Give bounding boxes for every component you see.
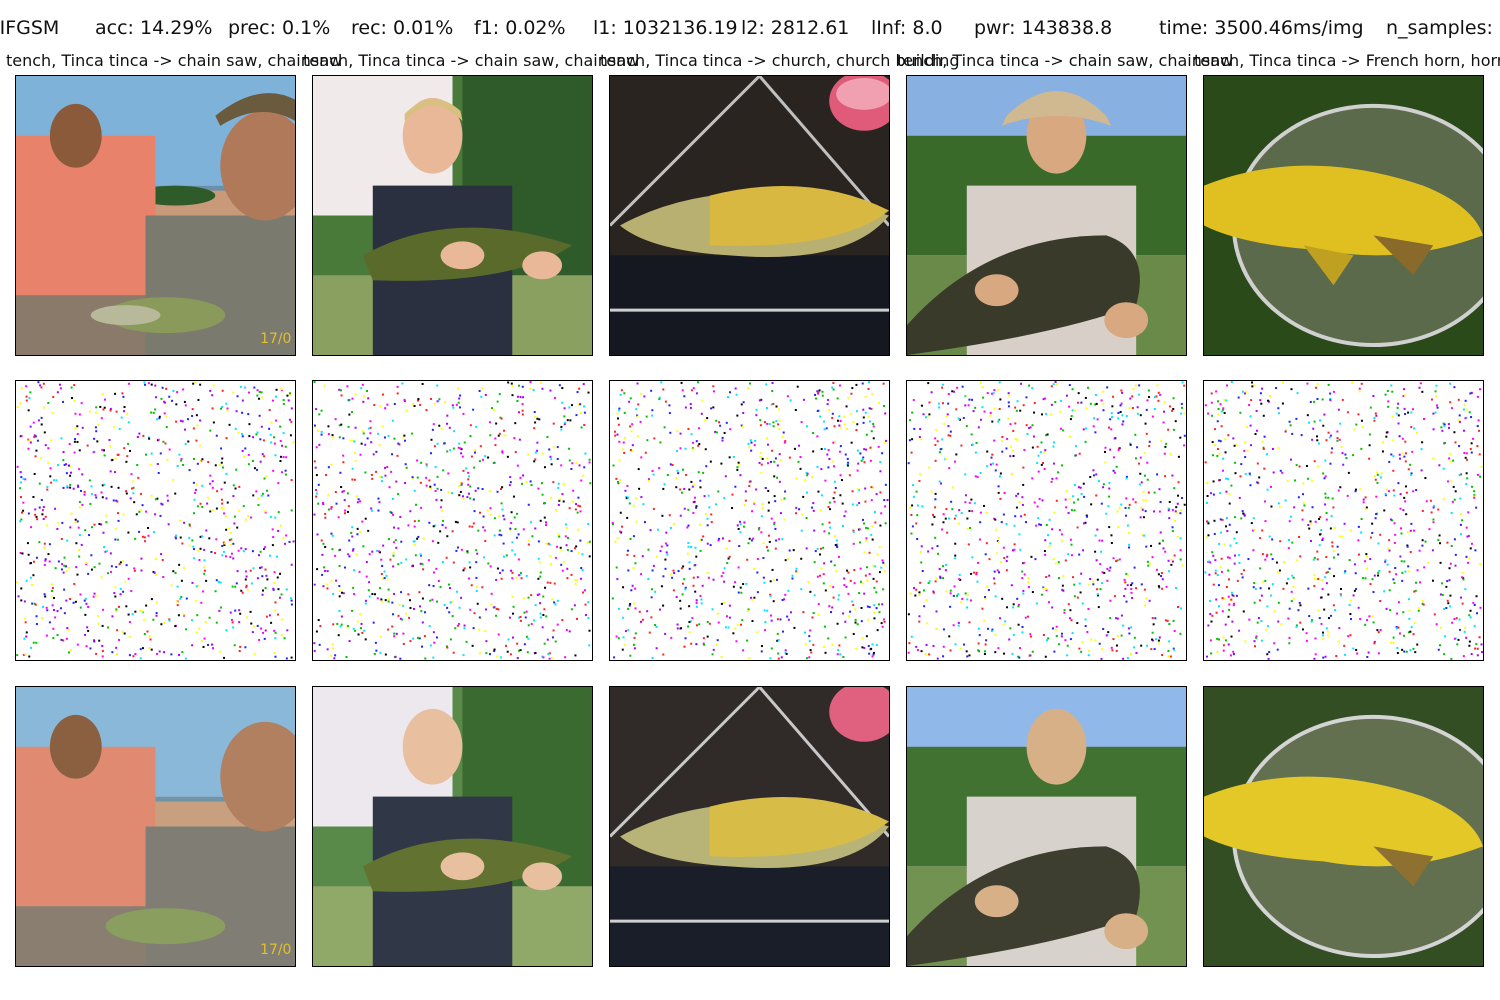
adversarial-image — [906, 686, 1187, 967]
power-stat: pwr: 143838.8 — [974, 17, 1113, 39]
original-image: 17/0 — [15, 75, 296, 356]
column-caption: tench, Tinca tinca -> chain saw, chainsa… — [6, 51, 343, 70]
column-caption: tench, Tinca tinca -> chain saw, chainsa… — [303, 51, 640, 70]
original-image — [609, 75, 890, 356]
original-image — [312, 75, 593, 356]
column-caption: tench, Tinca tinca -> church, church bui… — [600, 51, 960, 70]
column-caption: tench, Tinca tinca -> chain saw, chainsa… — [897, 51, 1234, 70]
column-caption: tench, Tinca tinca -> French horn, horn — [1194, 51, 1500, 70]
perturbation-image — [1203, 380, 1484, 661]
adversarial-image — [609, 686, 890, 967]
time-stat: time: 3500.46ms/img — [1159, 17, 1364, 39]
adversarial-image — [1203, 686, 1484, 967]
perturbation-image — [609, 380, 890, 661]
n-samples-stat: n_samples: — [1386, 17, 1493, 39]
perturbation-image — [312, 380, 593, 661]
svg-text:17/0: 17/0 — [260, 331, 291, 347]
l2-stat: l2: 2812.61 — [741, 17, 850, 39]
original-image — [1203, 75, 1484, 356]
precision-stat: prec: 0.1% — [228, 17, 331, 39]
linf-stat: lInf: 8.0 — [871, 17, 943, 39]
adversarial-image — [312, 686, 593, 967]
f1-stat: f1: 0.02% — [474, 17, 566, 39]
svg-text:17/0: 17/0 — [260, 942, 291, 958]
recall-stat: rec: 0.01% — [351, 17, 454, 39]
accuracy-stat: acc: 14.29% — [95, 17, 213, 39]
original-image — [906, 75, 1187, 356]
l1-stat: l1: 1032136.19 — [593, 17, 738, 39]
perturbation-image — [15, 380, 296, 661]
perturbation-image — [906, 380, 1187, 661]
method-label: IIFGSM — [0, 17, 60, 39]
adversarial-image: 17/0 — [15, 686, 296, 967]
